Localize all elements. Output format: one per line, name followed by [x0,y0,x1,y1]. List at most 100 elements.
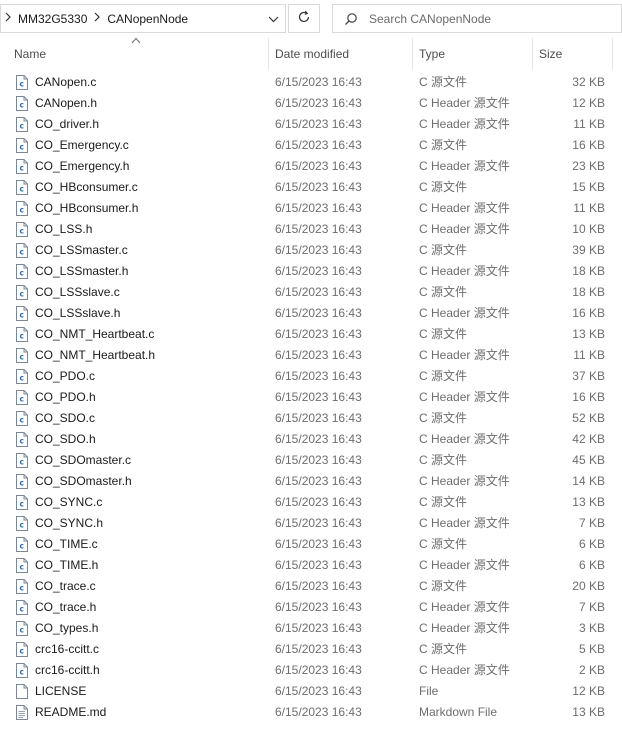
svg-text:c: c [19,605,23,614]
svg-text:c: c [19,395,23,404]
file-name: CO_types.h [35,621,99,635]
file-row[interactable]: README.md 6/15/2023 16:43 Markdown File 13 … [0,702,622,723]
file-name: CO_NMT_Heartbeat.h [35,348,156,362]
file-size: 5 KB [578,642,605,656]
file-row[interactable]: LICENSE 6/15/2023 16:43 File 12 KB [0,681,622,702]
file-row[interactable]: c CO_SYNC.h 6/15/2023 16:43 C Header 源文件 7 K… [0,513,622,534]
file-date-modified: 6/15/2023 16:43 [275,558,362,572]
file-name: LICENSE [35,684,87,698]
file-row[interactable]: c CO_trace.h 6/15/2023 16:43 C Header 源文件 7 … [0,597,622,618]
refresh-button[interactable] [288,4,320,33]
file-size: 52 KB [572,411,605,425]
file-date-modified: 6/15/2023 16:43 [275,201,362,215]
c-header-file-icon: c [16,96,28,111]
file-name: CO_trace.c [35,579,96,593]
chevron-down-icon[interactable] [263,9,283,29]
file-date-modified: 6/15/2023 16:43 [275,243,362,257]
file-row[interactable]: c CO_LSSslave.c 6/15/2023 16:43 C 源文件 18 KB [0,282,622,303]
file-type: C 源文件 [419,285,468,299]
chevron-right-icon[interactable] [90,12,104,25]
file-row[interactable]: c CO_LSSslave.h 6/15/2023 16:43 C Header 源文… [0,303,622,324]
file-date-modified: 6/15/2023 16:43 [275,159,362,173]
file-row[interactable]: c CO_NMT_Heartbeat.h 6/15/2023 16:43 C Head… [0,345,622,366]
file-type: C 源文件 [419,369,468,383]
chevron-right-icon[interactable] [1,12,15,25]
address-bar[interactable]: MM32G5330 CANopenNode [0,4,286,33]
file-row[interactable]: c CO_LSS.h 6/15/2023 16:43 C Header 源文件 10 K… [0,219,622,240]
file-row[interactable]: c CO_SDOmaster.h 6/15/2023 16:43 C Header 源… [0,471,622,492]
file-row[interactable]: c CANopen.h 6/15/2023 16:43 C Header 源文件 12 … [0,93,622,114]
c-source-file-icon: c [16,327,28,342]
file-date-modified: 6/15/2023 16:43 [275,705,362,719]
file-size: 23 KB [572,159,605,173]
column-header-size[interactable]: Size [532,38,612,70]
file-row[interactable]: c CO_LSSmaster.c 6/15/2023 16:43 C 源文件 39 KB [0,240,622,261]
file-type: C Header 源文件 [419,600,510,614]
file-row[interactable]: c crc16-ccitt.c 6/15/2023 16:43 C 源文件 5 KB [0,639,622,660]
file-row[interactable]: c CANopen.c 6/15/2023 16:43 C 源文件 32 KB [0,72,622,93]
file-date-modified: 6/15/2023 16:43 [275,642,362,656]
file-row[interactable]: c CO_SDO.c 6/15/2023 16:43 C 源文件 52 KB [0,408,622,429]
file-size: 7 KB [578,516,605,530]
file-name: CO_TIME.h [35,558,99,572]
column-header-date-modified[interactable]: Date modified [268,38,412,70]
svg-text:c: c [19,248,23,257]
file-row[interactable]: c CO_SDOmaster.c 6/15/2023 16:43 C 源文件 45 KB [0,450,622,471]
file-row[interactable]: c CO_driver.h 6/15/2023 16:43 C Header 源文件 1… [0,114,622,135]
file-type: C Header 源文件 [419,264,510,278]
svg-text:c: c [19,185,23,194]
file-size: 12 KB [572,96,605,110]
file-row[interactable]: c CO_trace.c 6/15/2023 16:43 C 源文件 20 KB [0,576,622,597]
file-row[interactable]: c CO_TIME.h 6/15/2023 16:43 C Header 源文件 6 K… [0,555,622,576]
svg-text:c: c [19,122,23,131]
file-row[interactable]: c CO_PDO.h 6/15/2023 16:43 C Header 源文件 16 K… [0,387,622,408]
column-header-name[interactable]: Name [8,38,268,70]
c-source-file-icon: c [16,138,28,153]
file-date-modified: 6/15/2023 16:43 [275,285,362,299]
file-type: C Header 源文件 [419,117,510,131]
file-date-modified: 6/15/2023 16:43 [275,75,362,89]
column-separator [612,38,613,70]
file-row[interactable]: c CO_SYNC.c 6/15/2023 16:43 C 源文件 13 KB [0,492,622,513]
file-row[interactable]: c CO_types.h 6/15/2023 16:43 C Header 源文件 3 … [0,618,622,639]
file-date-modified: 6/15/2023 16:43 [275,621,362,635]
c-source-file-icon: c [16,243,28,258]
search-box[interactable] [332,4,622,33]
file-name: CO_LSSslave.h [35,306,121,320]
file-row[interactable]: c crc16-ccitt.h 6/15/2023 16:43 C Header 源文… [0,660,622,681]
file-date-modified: 6/15/2023 16:43 [275,579,362,593]
file-date-modified: 6/15/2023 16:43 [275,264,362,278]
file-type: File [419,684,439,698]
file-size: 32 KB [572,75,605,89]
file-size: 10 KB [572,222,605,236]
file-type: C Header 源文件 [419,96,510,110]
breadcrumb-item[interactable]: CANopenNode [104,12,191,26]
file-size: 6 KB [578,537,605,551]
search-input[interactable] [369,11,609,26]
file-row[interactable]: c CO_TIME.c 6/15/2023 16:43 C 源文件 6 KB [0,534,622,555]
breadcrumb-item[interactable]: MM32G5330 [15,12,90,26]
file-row[interactable]: c CO_HBconsumer.c 6/15/2023 16:43 C 源文件 15 K… [0,177,622,198]
svg-text:c: c [19,668,23,677]
file-name: CO_SYNC.c [35,495,103,509]
c-source-file-icon: c [16,537,28,552]
file-list: c CANopen.c 6/15/2023 16:43 C 源文件 32 KB c CANo… [0,72,622,723]
file-row[interactable]: c CO_Emergency.h 6/15/2023 16:43 C Header 源… [0,156,622,177]
file-row[interactable]: c CO_Emergency.c 6/15/2023 16:43 C 源文件 16 KB [0,135,622,156]
file-row[interactable]: c CO_PDO.c 6/15/2023 16:43 C 源文件 37 KB [0,366,622,387]
c-source-file-icon: c [16,285,28,300]
svg-text:c: c [19,374,23,383]
svg-text:c: c [19,143,23,152]
file-type: C Header 源文件 [419,201,510,215]
file-type: C 源文件 [419,327,468,341]
file-row[interactable]: c CO_LSSmaster.h 6/15/2023 16:43 C Header 源… [0,261,622,282]
file-row[interactable]: c CO_HBconsumer.h 6/15/2023 16:43 C Header … [0,198,622,219]
column-header-type[interactable]: Type [412,38,532,70]
file-name: CANopen.h [35,96,98,110]
file-row[interactable]: c CO_NMT_Heartbeat.c 6/15/2023 16:43 C 源文件 1… [0,324,622,345]
file-size: 16 KB [572,390,605,404]
file-date-modified: 6/15/2023 16:43 [275,180,362,194]
file-row[interactable]: c CO_SDO.h 6/15/2023 16:43 C Header 源文件 42 K… [0,429,622,450]
file-size: 13 KB [572,327,605,341]
file-date-modified: 6/15/2023 16:43 [275,663,362,677]
